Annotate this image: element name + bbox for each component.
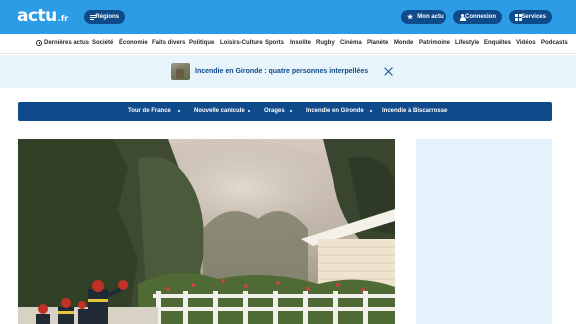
- logo-suffix-text: .fr: [57, 14, 69, 23]
- connexion-button[interactable]: Connexion: [453, 10, 502, 24]
- wildfire-photo-illustration: [18, 139, 395, 324]
- category-nav: Dernières actus Société Économie Faits d…: [0, 34, 576, 54]
- nav-item-faits-divers[interactable]: Faits divers: [152, 40, 185, 46]
- mon-actu-label: Mon actu: [417, 14, 444, 20]
- services-button[interactable]: Services: [509, 10, 552, 24]
- clock-icon: [36, 40, 42, 46]
- regions-label: Régions: [95, 14, 119, 20]
- mon-actu-button[interactable]: ★ Mon actu: [401, 10, 446, 24]
- nav-item-monde[interactable]: Monde: [394, 40, 413, 46]
- article-main-photo[interactable]: [18, 139, 395, 324]
- topic-separator: [370, 110, 372, 112]
- logo-main-text: actu: [17, 6, 57, 26]
- grid-icon: [515, 13, 522, 21]
- nav-item-insolite[interactable]: Insolite: [290, 40, 311, 46]
- nav-item-societe[interactable]: Société: [92, 40, 113, 46]
- topic-nouvelle-canicule[interactable]: Nouvelle canicule: [194, 108, 245, 114]
- star-icon: ★: [407, 13, 414, 21]
- user-icon: [459, 13, 466, 21]
- banner-headline[interactable]: Incendie en Gironde : quatre personnes i…: [195, 68, 368, 75]
- nav-item-planete[interactable]: Planète: [367, 40, 388, 46]
- nav-item-patrimoine[interactable]: Patrimoine: [419, 40, 450, 46]
- topic-tour-de-france[interactable]: Tour de France: [128, 108, 171, 114]
- actu-logo[interactable]: actu .fr: [17, 6, 68, 26]
- nav-item-loisirs-culture[interactable]: Loisirs-Culture: [220, 40, 263, 46]
- regions-button[interactable]: Régions: [84, 10, 125, 24]
- topic-orages[interactable]: Orages: [264, 108, 285, 114]
- nav-item-dernieres-actus[interactable]: Dernières actus: [44, 40, 89, 46]
- nav-item-cinema[interactable]: Cinéma: [340, 40, 362, 46]
- trending-topics-bar: Tour de France Nouvelle canicule Orages …: [18, 102, 552, 121]
- services-label: Services: [521, 14, 546, 20]
- nav-item-videos[interactable]: Vidéos: [516, 40, 536, 46]
- nav-item-sports[interactable]: Sports: [265, 40, 284, 46]
- site-header: actu .fr Régions ★ Mon actu Connexion Se…: [0, 0, 576, 34]
- topic-separator: [178, 110, 180, 112]
- nav-item-lifestyle[interactable]: Lifestyle: [455, 40, 479, 46]
- nav-item-politique[interactable]: Politique: [189, 40, 214, 46]
- topic-incendie-biscarrosse[interactable]: Incendie à Biscarrosse: [382, 108, 447, 114]
- menu-icon: [90, 14, 96, 21]
- topic-separator: [290, 110, 292, 112]
- topic-separator: [248, 110, 250, 112]
- nav-item-enquetes[interactable]: Enquêtes: [484, 40, 511, 46]
- nav-item-podcasts[interactable]: Podcasts: [541, 40, 568, 46]
- close-icon[interactable]: [384, 67, 393, 76]
- connexion-label: Connexion: [465, 14, 496, 20]
- banner-thumbnail[interactable]: [171, 63, 190, 80]
- sidebar-ad-placeholder: [416, 139, 552, 324]
- topic-incendie-gironde[interactable]: Incendie en Gironde: [306, 108, 364, 114]
- nav-item-rugby[interactable]: Rugby: [316, 40, 335, 46]
- nav-item-economie[interactable]: Économie: [119, 40, 148, 46]
